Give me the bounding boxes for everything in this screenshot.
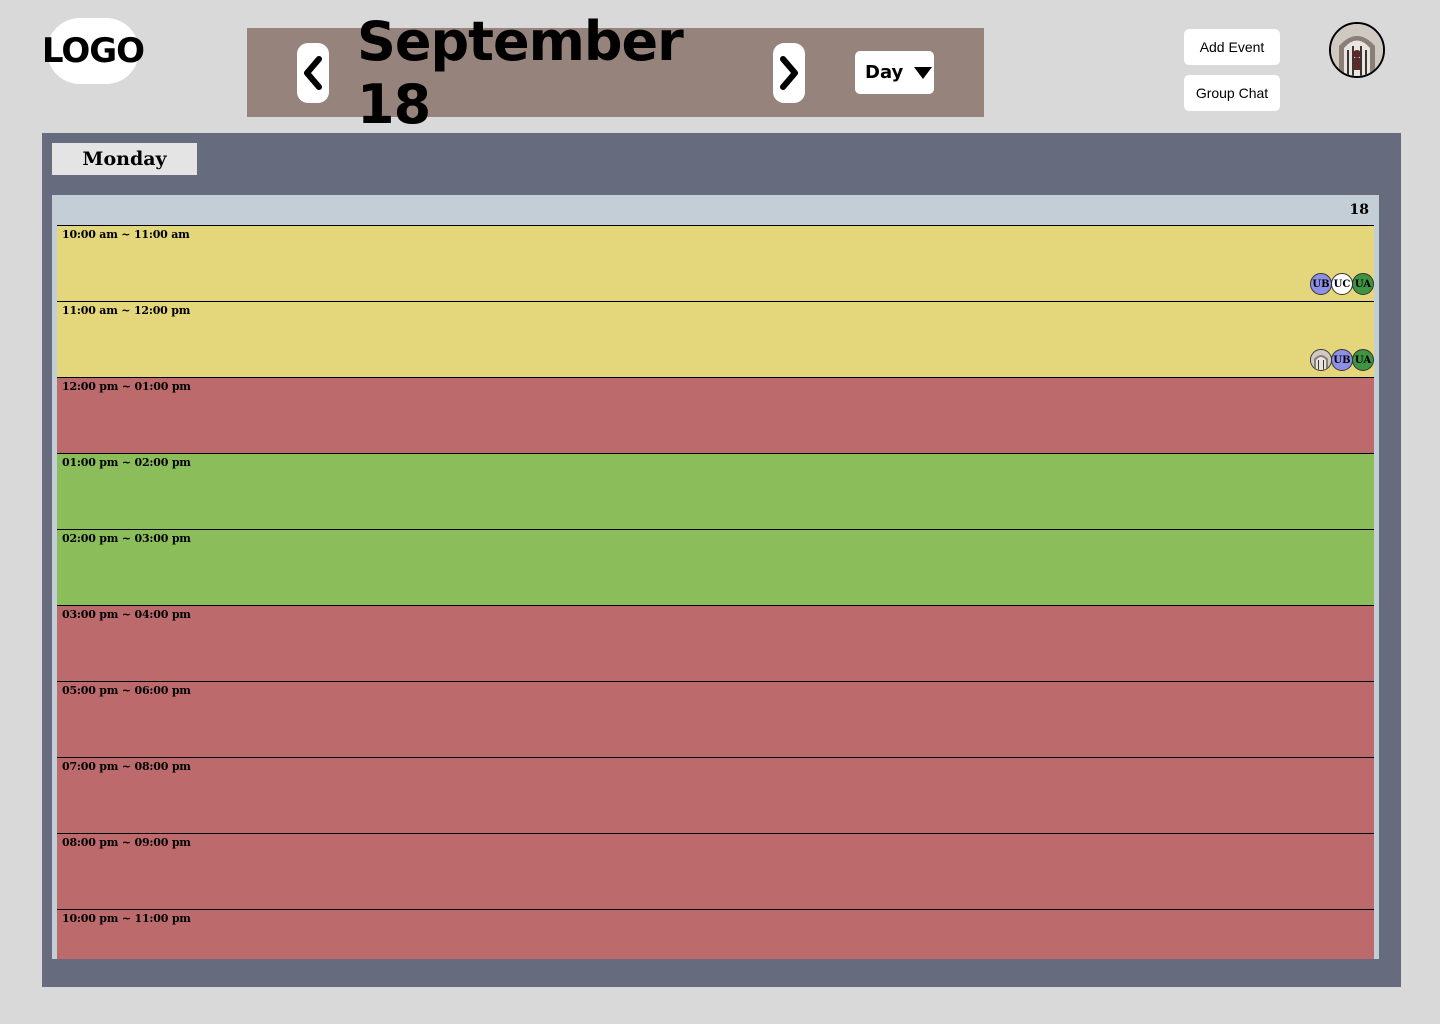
attendee-avatar[interactable]: UA	[1352, 349, 1374, 371]
time-slot-list: 10:00 am ~ 11:00 am UB UC UA 11:00 am ~ 12:0…	[57, 225, 1374, 959]
time-slot-row[interactable]: 10:00 pm ~ 11:00 pm	[57, 909, 1374, 959]
previous-day-button[interactable]	[297, 43, 329, 103]
time-slot-row[interactable]: 11:00 am ~ 12:00 pm UB UA	[57, 301, 1374, 377]
attendee-photo-avatar[interactable]	[1310, 349, 1332, 371]
attendee-avatar[interactable]: UA	[1352, 273, 1374, 295]
time-slot-row[interactable]: 05:00 pm ~ 06:00 pm	[57, 681, 1374, 757]
time-slot-label: 02:00 pm ~ 03:00 pm	[62, 532, 191, 545]
time-slot-label: 05:00 pm ~ 06:00 pm	[62, 684, 191, 697]
time-slot-row[interactable]: 10:00 am ~ 11:00 am UB UC UA	[57, 225, 1374, 301]
day-number: 18	[1349, 202, 1369, 218]
date-navigation-bar: September 18 Day	[247, 9, 984, 136]
chevron-left-icon	[304, 56, 322, 90]
time-slot-row[interactable]: 08:00 pm ~ 09:00 pm	[57, 833, 1374, 909]
time-slot-label: 11:00 am ~ 12:00 pm	[62, 304, 191, 317]
time-slot-label: 12:00 pm ~ 01:00 pm	[62, 380, 191, 393]
time-slot-row[interactable]: 07:00 pm ~ 08:00 pm	[57, 757, 1374, 833]
time-slot-label: 01:00 pm ~ 02:00 pm	[62, 456, 191, 469]
time-slot-row[interactable]: 12:00 pm ~ 01:00 pm	[57, 377, 1374, 453]
next-day-button[interactable]	[773, 43, 805, 103]
profile-avatar[interactable]	[1329, 22, 1385, 78]
time-slot-row[interactable]: 03:00 pm ~ 04:00 pm	[57, 605, 1374, 681]
attendee-avatar[interactable]: UB	[1310, 273, 1332, 295]
day-grid-header: 18	[52, 195, 1379, 225]
logo[interactable]: LOGO	[42, 18, 145, 84]
time-slot-label: 10:00 pm ~ 11:00 pm	[62, 912, 191, 925]
time-slot-label: 10:00 am ~ 11:00 am	[62, 228, 190, 241]
time-slot-label: 07:00 pm ~ 08:00 pm	[62, 760, 191, 773]
day-name-tab: Monday	[52, 143, 197, 175]
add-event-button[interactable]: Add Event	[1184, 29, 1280, 65]
time-slot-label: 08:00 pm ~ 09:00 pm	[62, 836, 191, 849]
profile-photo-icon	[1311, 350, 1331, 370]
chevron-right-icon	[780, 56, 798, 90]
current-date-title: September 18	[357, 9, 684, 136]
attendee-avatar[interactable]: UC	[1331, 273, 1353, 295]
attendee-avatar[interactable]: UB	[1331, 349, 1353, 371]
calendar-panel: Monday 18 10:00 am ~ 11:00 am UB UC UA 11:00…	[42, 133, 1401, 987]
view-mode-value: Day	[865, 62, 904, 83]
attendee-list: UB UA	[1310, 349, 1374, 371]
view-mode-select[interactable]: Day	[855, 51, 934, 94]
day-grid: 18 10:00 am ~ 11:00 am UB UC UA 11:00 am ~ 1…	[52, 195, 1379, 959]
group-chat-button[interactable]: Group Chat	[1184, 75, 1280, 111]
time-slot-label: 03:00 pm ~ 04:00 pm	[62, 608, 191, 621]
caret-down-icon	[914, 66, 933, 79]
attendee-list: UB UC UA	[1310, 273, 1374, 295]
time-slot-row[interactable]: 02:00 pm ~ 03:00 pm	[57, 529, 1374, 605]
time-slot-row[interactable]: 01:00 pm ~ 02:00 pm	[57, 453, 1374, 529]
profile-photo-icon	[1331, 24, 1383, 76]
